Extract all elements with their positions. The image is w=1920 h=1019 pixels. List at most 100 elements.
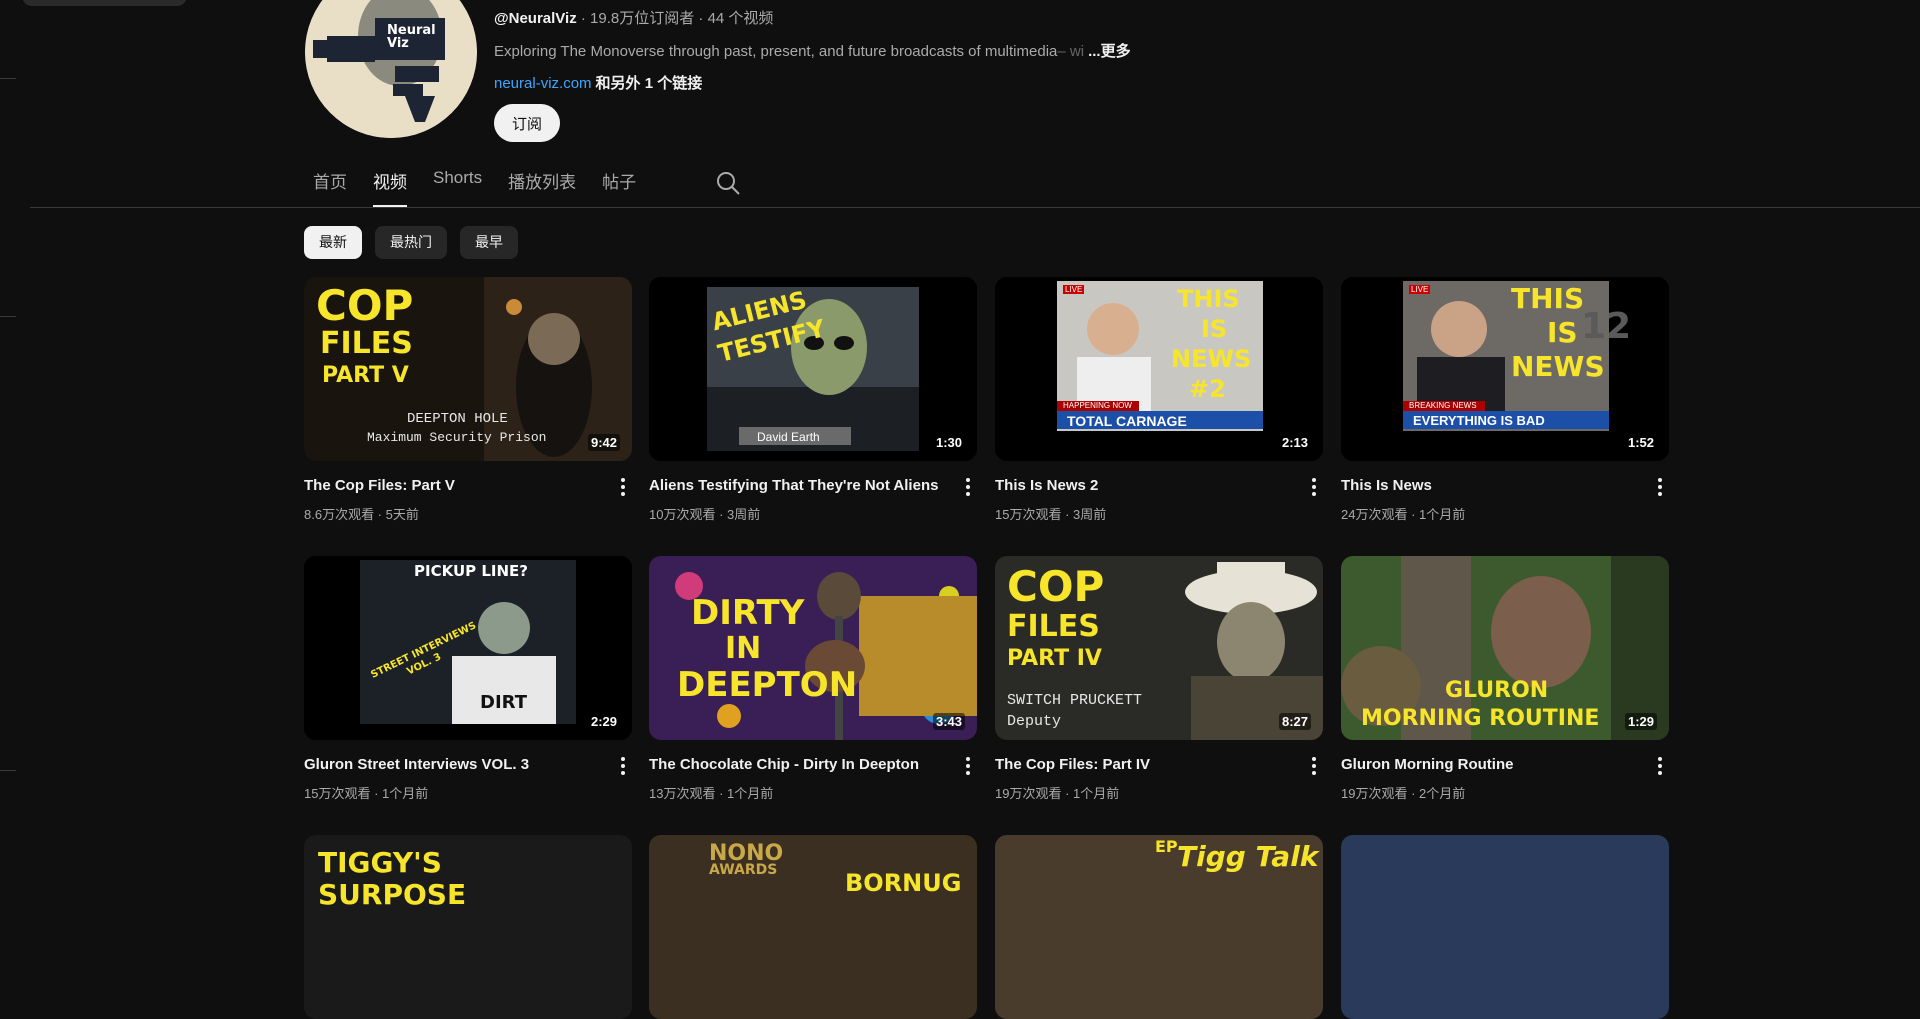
video-card-partial[interactable]: EP Tigg Talk xyxy=(995,835,1323,1019)
video-thumbnail[interactable]: TIGGY'S SURPOSE xyxy=(304,835,632,1019)
video-thumbnail[interactable] xyxy=(1341,835,1669,1019)
channel-tabs: 首页 视频 Shorts 播放列表 帖子 xyxy=(313,168,662,208)
thumb-text: #2 xyxy=(1189,375,1226,403)
thumb-text: LIVE xyxy=(1063,285,1085,294)
more-link[interactable]: ...更多 xyxy=(1088,43,1131,60)
video-title[interactable]: This Is News xyxy=(1341,477,1631,494)
thumb-text: 12 xyxy=(1581,306,1632,347)
video-card-partial[interactable] xyxy=(1341,835,1669,1019)
tabs-divider xyxy=(30,207,1920,208)
video-card[interactable]: COP FILES PART IV SWITCH PRUCKETT Deputy… xyxy=(995,556,1323,801)
thumb-text: TOTAL CARNAGE xyxy=(1067,413,1187,429)
thumb-text: IS xyxy=(1547,316,1578,349)
edge-marker xyxy=(0,770,16,771)
tab-videos[interactable]: 视频 xyxy=(373,168,407,208)
thumb-text: Deputy xyxy=(1007,713,1062,730)
video-thumbnail[interactable]: EP Tigg Talk xyxy=(995,835,1323,1019)
video-thumbnail[interactable]: ALIENS TESTIFY David Earth 1:30 xyxy=(649,277,977,461)
video-title[interactable]: The Cop Files: Part V xyxy=(304,477,594,494)
channel-meta: @NeuralViz · 19.8万位订阅者 · 44 个视频 xyxy=(494,7,773,28)
video-meta: 10万次观看 · 3周前 xyxy=(649,507,761,522)
channel-description[interactable]: Exploring The Monoverse through past, pr… xyxy=(494,40,1131,61)
video-thumbnail[interactable]: LIVE THIS IS NEWS #2 HAPPENING NOW TOTAL… xyxy=(995,277,1323,461)
search-icon[interactable] xyxy=(715,170,741,196)
chip-latest[interactable]: 最新 xyxy=(304,226,362,259)
kebab-menu-icon[interactable] xyxy=(1651,475,1669,499)
thumb-text: BORNUG xyxy=(845,869,962,897)
channel-stats: · 19.8万位订阅者 · 44 个视频 xyxy=(576,10,774,27)
video-duration: 1:30 xyxy=(932,434,965,451)
channel-links: neural-viz.com 和另外 1 个链接 xyxy=(494,72,702,93)
video-duration: 8:27 xyxy=(1278,713,1311,730)
video-card[interactable]: PICKUP LINE? STREET INTERVIEWS VOL. 3 DI… xyxy=(304,556,632,801)
video-title[interactable]: The Chocolate Chip - Dirty In Deepton xyxy=(649,756,939,773)
video-duration: 2:29 xyxy=(587,713,620,730)
video-title[interactable]: The Cop Files: Part IV xyxy=(995,756,1285,773)
tab-home[interactable]: 首页 xyxy=(313,168,347,208)
video-title[interactable]: Gluron Street Interviews VOL. 3 xyxy=(304,756,594,773)
kebab-menu-icon[interactable] xyxy=(1305,754,1323,778)
more-links-link[interactable]: 和另外 1 个链接 xyxy=(596,75,703,92)
video-thumbnail[interactable]: DIRTY IN DEEPTON 3:43 xyxy=(649,556,977,740)
video-meta: 19万次观看 · 1个月前 xyxy=(995,786,1120,801)
thumb-text: NEWS xyxy=(1511,350,1605,383)
video-duration: 1:52 xyxy=(1624,434,1657,451)
tab-shorts[interactable]: Shorts xyxy=(433,168,482,208)
thumb-text: NEWS xyxy=(1171,345,1252,373)
video-card[interactable]: LIVE THIS IS 12 NEWS BREAKING NEWS EVERY… xyxy=(1341,277,1669,522)
video-title[interactable]: This Is News 2 xyxy=(995,477,1285,494)
video-card[interactable]: DIRTY IN DEEPTON 3:43 The Chocolate Chip… xyxy=(649,556,977,801)
video-card-partial[interactable]: TIGGY'S SURPOSE xyxy=(304,835,632,1019)
thumb-text: COP xyxy=(316,281,414,330)
kebab-menu-icon[interactable] xyxy=(959,475,977,499)
video-card[interactable]: ALIENS TESTIFY David Earth 1:30 Aliens T… xyxy=(649,277,977,522)
video-title[interactable]: Aliens Testifying That They're Not Alien… xyxy=(649,477,939,494)
video-thumbnail[interactable]: LIVE THIS IS 12 NEWS BREAKING NEWS EVERY… xyxy=(1341,277,1669,461)
thumb-text: DEEPTON xyxy=(677,665,858,705)
kebab-menu-icon[interactable] xyxy=(959,754,977,778)
video-thumbnail[interactable]: PICKUP LINE? STREET INTERVIEWS VOL. 3 DI… xyxy=(304,556,632,740)
video-duration: 2:13 xyxy=(1278,434,1311,451)
video-card[interactable]: COP FILES PART V DEEPTON HOLE Maximum Se… xyxy=(304,277,632,522)
video-title[interactable]: Gluron Morning Routine xyxy=(1341,756,1631,773)
thumb-text: MORNING ROUTINE xyxy=(1361,706,1600,731)
thumb-text: DEEPTON HOLE xyxy=(407,411,508,427)
channel-avatar[interactable]: Neural Viz xyxy=(305,0,477,138)
thumb-text: IN xyxy=(725,631,762,666)
channel-handle[interactable]: @NeuralViz xyxy=(494,10,577,27)
top-bar-remnant xyxy=(22,0,187,6)
video-thumbnail[interactable]: COP FILES PART IV SWITCH PRUCKETT Deputy… xyxy=(995,556,1323,740)
video-meta: 15万次观看 · 3周前 xyxy=(995,507,1107,522)
subscribe-button[interactable]: 订阅 xyxy=(494,104,561,142)
thumb-text: HAPPENING NOW xyxy=(1063,401,1132,410)
kebab-menu-icon[interactable] xyxy=(1651,754,1669,778)
video-thumbnail[interactable]: NONO AWARDS BORNUG xyxy=(649,835,977,1019)
description-text: Exploring The Monoverse through past, pr… xyxy=(494,43,1058,60)
edge-marker xyxy=(0,78,16,79)
thumb-text: Tigg Talk xyxy=(1177,840,1319,873)
video-card[interactable]: GLURON MORNING ROUTINE 1:29 Gluron Morni… xyxy=(1341,556,1669,801)
thumb-text: FILES xyxy=(1007,609,1100,644)
thumb-text: EVERYTHING IS BAD xyxy=(1413,413,1545,428)
avatar-logo-text: Neural Viz xyxy=(387,23,436,51)
video-card-partial[interactable]: NONO AWARDS BORNUG xyxy=(649,835,977,1019)
thumb-text: THIS xyxy=(1177,285,1240,313)
kebab-menu-icon[interactable] xyxy=(1305,475,1323,499)
thumb-text: DIRTY xyxy=(691,593,805,633)
video-meta: 8.6万次观看 · 5天前 xyxy=(304,507,419,522)
tab-posts[interactable]: 帖子 xyxy=(602,168,636,208)
kebab-menu-icon[interactable] xyxy=(614,754,632,778)
kebab-menu-icon[interactable] xyxy=(614,475,632,499)
chip-oldest[interactable]: 最早 xyxy=(460,226,518,259)
chip-popular[interactable]: 最热门 xyxy=(375,226,447,259)
thumb-text: Maximum Security Prison xyxy=(367,430,547,445)
channel-website-link[interactable]: neural-viz.com xyxy=(494,75,592,92)
tab-playlists[interactable]: 播放列表 xyxy=(508,168,576,208)
video-thumbnail[interactable]: COP FILES PART V DEEPTON HOLE Maximum Se… xyxy=(304,277,632,461)
thumb-text: LIVE xyxy=(1409,285,1431,294)
video-thumbnail[interactable]: GLURON MORNING ROUTINE 1:29 xyxy=(1341,556,1669,740)
thumb-text: David Earth xyxy=(757,430,820,444)
thumb-text: SWITCH PRUCKETT xyxy=(1007,692,1143,709)
thumb-text: DIRT xyxy=(480,692,527,713)
video-card[interactable]: LIVE THIS IS NEWS #2 HAPPENING NOW TOTAL… xyxy=(995,277,1323,522)
